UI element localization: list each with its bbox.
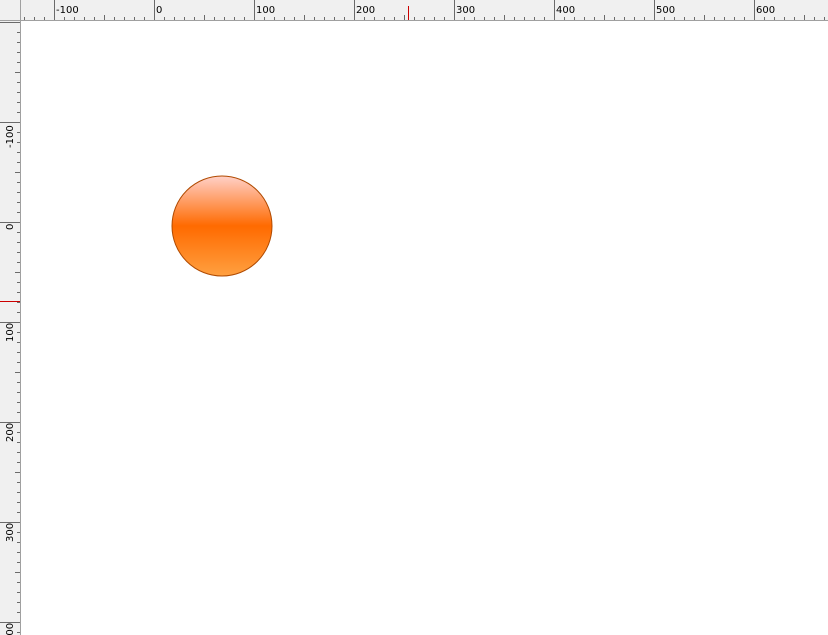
horizontal-ruler[interactable]: -100 0 100 200 300 400 500 600 — [21, 0, 828, 21]
ruler-label: -100 — [5, 125, 16, 148]
editor-window: -100 0 100 200 300 400 500 600 -100 0 100 200 300 40… — [0, 0, 828, 635]
ruler-label: 400 — [556, 5, 575, 16]
orange-circle-shape[interactable] — [171, 175, 273, 277]
ruler-label: 100 — [5, 323, 16, 342]
ruler-label: 500 — [656, 5, 675, 16]
ruler-label: 0 — [5, 224, 16, 230]
ruler-label: 600 — [756, 5, 775, 16]
ruler-label: 0 — [156, 5, 162, 16]
canvas-surface — [171, 175, 273, 277]
ruler-corner — [0, 0, 21, 21]
vertical-ruler-graphic: -100 0 100 200 300 400 — [0, 22, 20, 635]
ruler-label: 200 — [356, 5, 375, 16]
ruler-label: -100 — [56, 5, 79, 16]
ruler-label: 100 — [256, 5, 275, 16]
ruler-label: 200 — [5, 423, 16, 442]
ruler-label: 300 — [456, 5, 475, 16]
vertical-ruler[interactable]: -100 0 100 200 300 400 — [0, 21, 21, 635]
horizontal-ruler-graphic: -100 0 100 200 300 400 500 600 — [24, 0, 825, 20]
ruler-label: 300 — [5, 523, 16, 542]
ruler-label: 400 — [5, 623, 16, 635]
drawing-canvas[interactable] — [21, 21, 828, 635]
